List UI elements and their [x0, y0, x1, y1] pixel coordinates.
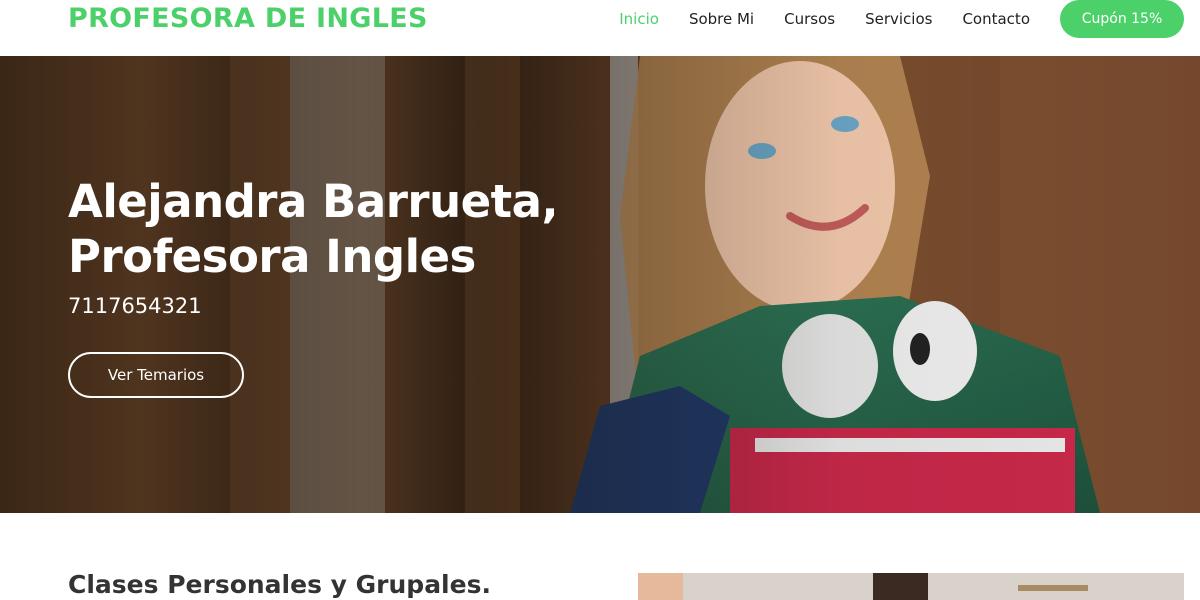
hero-title: Alejandra Barrueta, Profesora Ingles [68, 174, 628, 284]
hero-section: Alejandra Barrueta, Profesora Ingles 711… [0, 56, 1200, 513]
hero-phone: 7117654321 [68, 294, 202, 318]
nav-item-contacto[interactable]: Contacto [962, 10, 1030, 28]
hero-title-line-1: Alejandra Barrueta, [68, 175, 559, 228]
ver-temarios-button[interactable]: Ver Temarios [68, 352, 244, 398]
site-logo[interactable]: PROFESORA DE INGLES [68, 2, 428, 36]
hero-title-line-2: Profesora Ingles [68, 230, 476, 283]
coupon-button[interactable]: Cupón 15% [1060, 0, 1184, 38]
hero-overlay [0, 56, 1200, 513]
site-header: PROFESORA DE INGLES Inicio Sobre Mi Curs… [0, 0, 1200, 56]
main-nav: Inicio Sobre Mi Cursos Servicios Contact… [619, 0, 1200, 38]
nav-item-sobre-mi[interactable]: Sobre Mi [689, 10, 754, 28]
nav-item-inicio[interactable]: Inicio [619, 10, 659, 28]
nav-item-servicios[interactable]: Servicios [865, 10, 932, 28]
class-photo-image [638, 573, 1184, 600]
section-title: Clases Personales y Grupales. [68, 570, 491, 599]
nav-item-cursos[interactable]: Cursos [784, 10, 835, 28]
